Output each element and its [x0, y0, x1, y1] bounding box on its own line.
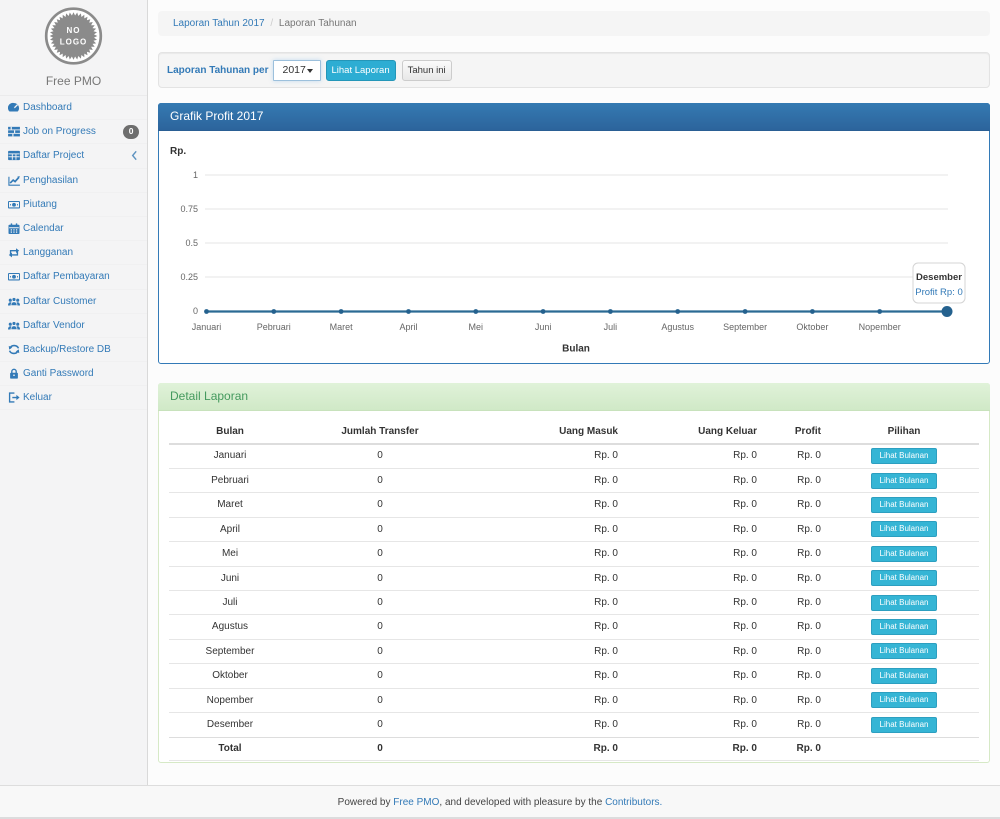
- svg-text:Nopember: Nopember: [859, 322, 901, 332]
- svg-text:Oktober: Oktober: [796, 322, 828, 332]
- svg-text:Bulan: Bulan: [562, 344, 590, 355]
- svg-text:April: April: [399, 322, 417, 332]
- svg-text:Maret: Maret: [330, 322, 354, 332]
- svg-text:Desember: Desember: [916, 272, 962, 283]
- svg-text:Rp.: Rp.: [170, 146, 186, 157]
- svg-text:0.5: 0.5: [185, 238, 198, 248]
- svg-text:September: September: [723, 322, 767, 332]
- svg-text:0.25: 0.25: [180, 272, 198, 282]
- svg-text:0.75: 0.75: [180, 204, 198, 214]
- svg-text:Agustus: Agustus: [661, 322, 694, 332]
- svg-text:Mei: Mei: [469, 322, 484, 332]
- svg-text:1: 1: [193, 170, 198, 180]
- svg-text:0: 0: [193, 306, 198, 316]
- svg-text:LOGO: LOGO: [60, 38, 88, 47]
- svg-text:Juni: Juni: [535, 322, 552, 332]
- svg-text:Januari: Januari: [192, 322, 222, 332]
- svg-text:Juli: Juli: [604, 322, 618, 332]
- svg-text:Profit Rp: 0: Profit Rp: 0: [915, 287, 963, 298]
- svg-text:NO: NO: [67, 26, 81, 35]
- svg-text:Pebruari: Pebruari: [257, 322, 291, 332]
